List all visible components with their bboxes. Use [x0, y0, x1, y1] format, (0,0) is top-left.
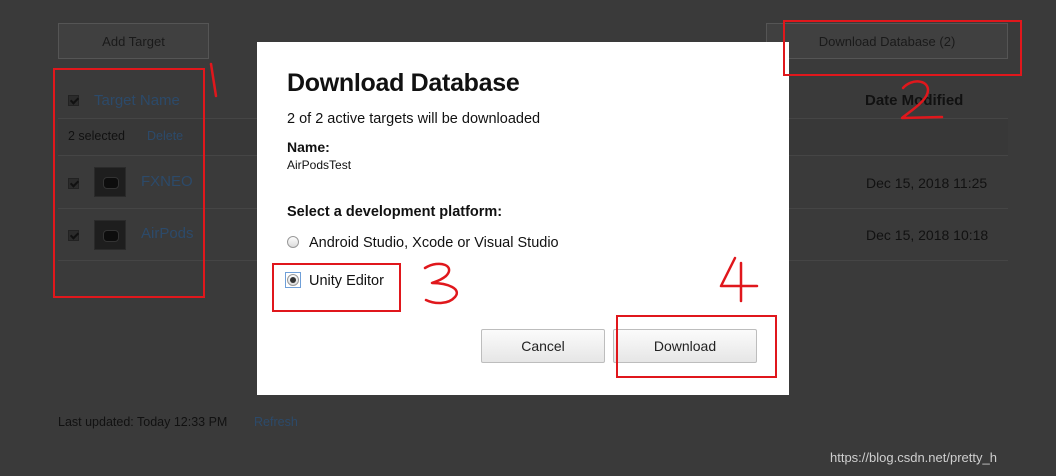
annotation-numbers — [209, 62, 944, 305]
annotation-number-4 — [719, 256, 759, 303]
annotation-number-2 — [900, 80, 944, 120]
annotation-number-1 — [209, 62, 218, 98]
watermark-text: https://blog.csdn.net/pretty_h — [830, 450, 997, 465]
annotation-number-3 — [423, 262, 458, 305]
